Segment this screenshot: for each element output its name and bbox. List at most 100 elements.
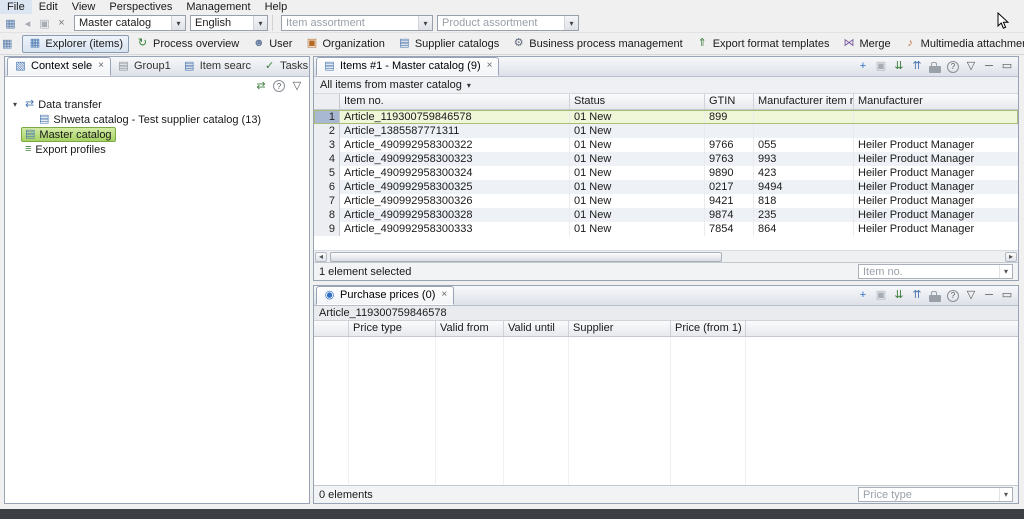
cell-item-no[interactable]: Article_490992958300325 bbox=[340, 180, 570, 194]
cell-status[interactable]: 01 New bbox=[570, 208, 705, 222]
cell-gtin[interactable]: 9421 bbox=[705, 194, 754, 208]
column-header-price-from-1[interactable]: Price (from 1) bbox=[671, 321, 746, 336]
cell-status[interactable]: 01 New bbox=[570, 194, 705, 208]
chevron-down-icon[interactable] bbox=[999, 265, 1012, 278]
item-no-filter-input[interactable]: Item no. bbox=[858, 264, 1013, 279]
cell-manufacturer-item-no[interactable]: 055 bbox=[754, 138, 854, 152]
table-row[interactable]: 3 Article_490992958300322 01 New 9766 05… bbox=[314, 138, 1018, 152]
table-row[interactable]: 6 Article_490992958300325 01 New 0217 94… bbox=[314, 180, 1018, 194]
cell-item-no[interactable]: Article_490992958300333 bbox=[340, 222, 570, 236]
menu-management[interactable]: Management bbox=[179, 0, 257, 14]
table-row[interactable]: 2 Article_1385587771311 01 New bbox=[314, 124, 1018, 138]
chevron-down-icon[interactable] bbox=[253, 16, 267, 30]
table-row[interactable]: 4 Article_490992958300323 01 New 9763 99… bbox=[314, 152, 1018, 166]
cell-item-no[interactable]: Article_490992958300322 bbox=[340, 138, 570, 152]
cell-manufacturer[interactable]: Heiler Product Manager bbox=[854, 208, 1018, 222]
cell-item-no[interactable]: Article_490992958300328 bbox=[340, 208, 570, 222]
menu-view[interactable]: View bbox=[65, 0, 103, 14]
cell-gtin[interactable]: 7854 bbox=[705, 222, 754, 236]
menu-edit[interactable]: Edit bbox=[32, 0, 65, 14]
cell-gtin[interactable]: 9874 bbox=[705, 208, 754, 222]
cell-status[interactable]: 01 New bbox=[570, 180, 705, 194]
tab-context-selection[interactable]: ▧ Context sele bbox=[7, 57, 111, 76]
column-header-price-type[interactable]: Price type bbox=[349, 321, 436, 336]
tab-item-search[interactable]: ▤ Item searc bbox=[177, 57, 257, 76]
column-header-item-no[interactable]: Item no. bbox=[340, 94, 570, 109]
perspective-icon[interactable]: ▦ bbox=[2, 36, 12, 52]
lock-icon[interactable] bbox=[929, 66, 941, 73]
merge-button[interactable]: ⋈ Merge bbox=[836, 35, 896, 53]
chevron-down-icon[interactable] bbox=[467, 79, 471, 91]
save-icon[interactable]: ▣ bbox=[875, 289, 887, 302]
language-combobox[interactable]: English bbox=[190, 15, 268, 31]
link-with-editor-icon[interactable]: ⇄ bbox=[255, 80, 267, 93]
scroll-left-icon[interactable] bbox=[315, 252, 327, 262]
column-header-valid-until[interactable]: Valid until bbox=[504, 321, 569, 336]
close-icon[interactable] bbox=[487, 61, 493, 71]
cell-status[interactable]: 01 New bbox=[570, 166, 705, 180]
add-icon[interactable]: + bbox=[857, 289, 869, 302]
table-row[interactable]: 9 Article_490992958300333 01 New 7854 86… bbox=[314, 222, 1018, 236]
row-number[interactable]: 9 bbox=[314, 222, 340, 236]
cell-gtin[interactable]: 9890 bbox=[705, 166, 754, 180]
cell-manufacturer-item-no[interactable]: 993 bbox=[754, 152, 854, 166]
view-menu-icon[interactable]: ▽ bbox=[965, 289, 977, 302]
scrollbar-thumb[interactable] bbox=[330, 252, 722, 262]
tab-group1[interactable]: ▤ Group1 bbox=[111, 57, 177, 76]
row-number[interactable]: 5 bbox=[314, 166, 340, 180]
back-icon[interactable]: ◂ bbox=[19, 15, 36, 31]
column-header-supplier[interactable]: Supplier bbox=[569, 321, 671, 336]
export-list-icon[interactable]: ⇈ bbox=[911, 289, 923, 302]
process-overview-button[interactable]: ↻ Process overview bbox=[130, 35, 245, 53]
tree-item-export-profiles[interactable]: ≡ Export profiles bbox=[5, 142, 309, 157]
row-number[interactable]: 3 bbox=[314, 138, 340, 152]
items-filter-label[interactable]: All items from master catalog bbox=[320, 79, 462, 91]
cell-manufacturer-item-no[interactable]: 818 bbox=[754, 194, 854, 208]
chevron-down-icon[interactable] bbox=[418, 16, 432, 30]
menu-file[interactable]: File bbox=[0, 0, 32, 14]
cell-item-no[interactable]: Article_490992958300326 bbox=[340, 194, 570, 208]
cell-gtin[interactable] bbox=[705, 124, 754, 138]
new-window-icon[interactable]: ▦ bbox=[2, 15, 19, 31]
supplier-catalogs-button[interactable]: ▤ Supplier catalogs bbox=[392, 35, 505, 53]
close-icon[interactable] bbox=[98, 61, 104, 71]
help-icon[interactable]: ? bbox=[273, 80, 285, 92]
cell-manufacturer[interactable]: Heiler Product Manager bbox=[854, 222, 1018, 236]
user-button[interactable]: ☻ User bbox=[246, 35, 298, 53]
row-number[interactable]: 1 bbox=[314, 110, 340, 124]
scroll-right-icon[interactable] bbox=[1005, 252, 1017, 262]
cell-manufacturer[interactable]: Heiler Product Manager bbox=[854, 166, 1018, 180]
cell-status[interactable]: 01 New bbox=[570, 110, 705, 124]
column-header-status[interactable]: Status bbox=[570, 94, 705, 109]
cell-manufacturer-item-no[interactable]: 9494 bbox=[754, 180, 854, 194]
column-header-gtin[interactable]: GTIN bbox=[705, 94, 754, 109]
tree-item-shweta-catalog[interactable]: ▤ Shweta catalog - Test supplier catalog… bbox=[5, 112, 309, 127]
item-assortment-combobox[interactable]: Item assortment bbox=[281, 15, 433, 31]
cell-gtin[interactable]: 899 bbox=[705, 110, 754, 124]
cell-manufacturer[interactable]: Heiler Product Manager bbox=[854, 138, 1018, 152]
explorer-items-button[interactable]: ▦ Explorer (items) bbox=[22, 35, 129, 53]
tree-item-master-catalog[interactable]: ▤ Master catalog bbox=[5, 127, 309, 142]
maximize-icon[interactable]: ▭ bbox=[1001, 289, 1013, 302]
view-menu-icon[interactable]: ▽ bbox=[965, 60, 977, 73]
export-format-templates-button[interactable]: ⇑ Export format templates bbox=[690, 35, 836, 53]
cell-manufacturer-item-no[interactable]: 864 bbox=[754, 222, 854, 236]
cell-item-no[interactable]: Article_119300759846578 bbox=[340, 110, 570, 124]
maximize-icon[interactable]: ▭ bbox=[1001, 60, 1013, 73]
multimedia-attachments-button[interactable]: ♪ Multimedia attachments bbox=[898, 35, 1024, 53]
import-list-icon[interactable]: ⇊ bbox=[893, 289, 905, 302]
cell-gtin[interactable]: 9763 bbox=[705, 152, 754, 166]
cell-manufacturer[interactable]: Heiler Product Manager bbox=[854, 194, 1018, 208]
close-icon[interactable] bbox=[441, 290, 447, 300]
expand-arrow-icon[interactable]: ▾ bbox=[9, 100, 21, 109]
cell-item-no[interactable]: Article_490992958300324 bbox=[340, 166, 570, 180]
cell-manufacturer[interactable] bbox=[854, 110, 1018, 124]
cell-gtin[interactable]: 9766 bbox=[705, 138, 754, 152]
minimize-icon[interactable]: ─ bbox=[983, 60, 995, 73]
cell-manufacturer[interactable] bbox=[854, 124, 1018, 138]
table-row[interactable]: 8 Article_490992958300328 01 New 9874 23… bbox=[314, 208, 1018, 222]
lock-icon[interactable] bbox=[929, 295, 941, 302]
price-type-filter-input[interactable]: Price type bbox=[858, 487, 1013, 502]
chevron-down-icon[interactable] bbox=[999, 488, 1012, 501]
add-icon[interactable]: + bbox=[857, 60, 869, 73]
